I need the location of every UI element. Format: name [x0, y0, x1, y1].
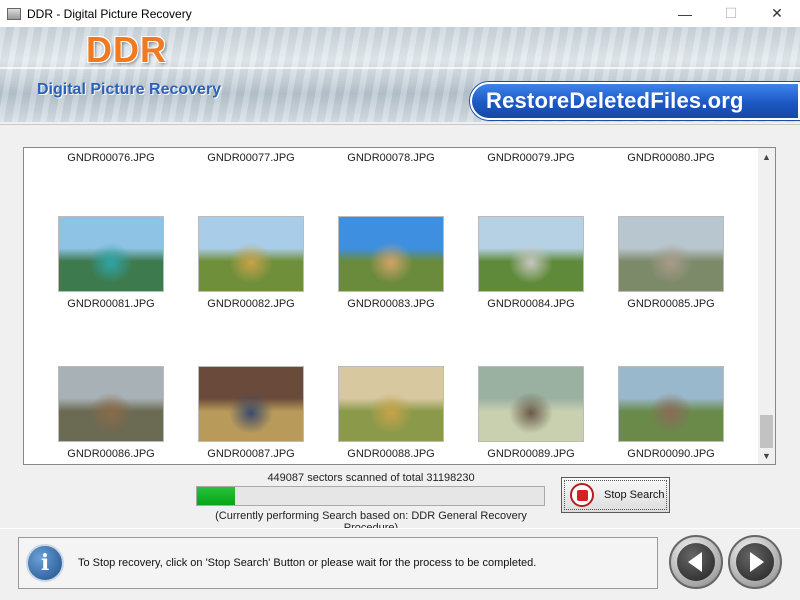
image-thumbnail-item[interactable]: GNDR00082.JPG	[181, 216, 321, 311]
image-filename: GNDR00083.JPG	[347, 298, 435, 310]
ddr-logo: DDR	[86, 29, 167, 70]
scroll-thumb[interactable]	[760, 415, 773, 448]
scroll-down-arrow[interactable]: ▼	[758, 447, 775, 464]
title-bar: DDR - Digital Picture Recovery — ☐ ✕	[0, 0, 800, 27]
stop-search-button[interactable]: Stop Search	[561, 477, 670, 513]
image-thumbnail[interactable]	[338, 216, 444, 292]
image-filename: GNDR00076.JPG	[67, 152, 155, 164]
maximize-button: ☐	[724, 5, 738, 21]
image-thumbnail-item[interactable]: GNDR00086.JPG	[41, 366, 181, 461]
footer-bar: i To Stop recovery, click on 'Stop Searc…	[0, 528, 800, 600]
window-controls: — ☐ ✕	[662, 0, 800, 27]
scan-progress-bar	[196, 486, 545, 506]
image-thumbnail-item[interactable]: GNDR00078.JPG	[321, 151, 461, 165]
status-message: To Stop recovery, click on 'Stop Search'…	[78, 557, 537, 569]
image-thumbnail-item[interactable]: GNDR00080.JPG	[601, 151, 741, 165]
website-badge[interactable]: RestoreDeletedFiles.org	[470, 82, 800, 120]
image-thumbnail-item[interactable]: GNDR00081.JPG	[41, 216, 181, 311]
image-thumbnail-item[interactable]: GNDR00090.JPG	[601, 366, 741, 461]
stop-icon	[570, 483, 594, 507]
image-thumbnail-item[interactable]: GNDR00089.JPG	[461, 366, 601, 461]
image-thumbnail[interactable]	[58, 216, 164, 292]
arrow-right-icon	[736, 543, 774, 581]
image-filename: GNDR00082.JPG	[207, 298, 295, 310]
image-thumbnail-item[interactable]: GNDR00087.JPG	[181, 366, 321, 461]
image-thumbnail[interactable]	[198, 366, 304, 442]
info-icon: i	[26, 544, 64, 582]
back-button[interactable]	[669, 535, 723, 589]
stop-search-label: Stop Search	[604, 489, 665, 501]
image-thumbnail-item[interactable]: GNDR00088.JPG	[321, 366, 461, 461]
recovered-images-gallery: GNDR00076.JPG GNDR00077.JPG GNDR00078.JPG G…	[23, 147, 776, 465]
window-title: DDR - Digital Picture Recovery	[27, 6, 192, 21]
main-panel: GNDR00076.JPG GNDR00077.JPG GNDR00078.JPG G…	[0, 124, 800, 534]
image-thumbnail-item[interactable]: GNDR00076.JPG	[41, 151, 181, 165]
image-thumbnail-item[interactable]: GNDR00085.JPG	[601, 216, 741, 311]
image-thumbnail[interactable]	[58, 366, 164, 442]
product-subtitle: Digital Picture Recovery	[37, 81, 222, 98]
image-filename: GNDR00089.JPG	[487, 448, 575, 460]
image-thumbnail-item[interactable]: GNDR00079.JPG	[461, 151, 601, 165]
image-thumbnail-item[interactable]: GNDR00077.JPG	[181, 151, 321, 165]
website-label: RestoreDeletedFiles.org	[486, 88, 744, 113]
image-filename: GNDR00078.JPG	[347, 152, 435, 164]
status-message-box: i To Stop recovery, click on 'Stop Searc…	[18, 537, 658, 589]
image-filename: GNDR00084.JPG	[487, 298, 575, 310]
image-filename: GNDR00077.JPG	[207, 152, 295, 164]
image-thumbnail-item[interactable]: GNDR00083.JPG	[321, 216, 461, 311]
scroll-up-arrow[interactable]: ▲	[758, 148, 775, 165]
image-filename: GNDR00090.JPG	[627, 448, 715, 460]
image-filename: GNDR00081.JPG	[67, 298, 155, 310]
image-thumbnail[interactable]	[618, 366, 724, 442]
sectors-scanned-text: 449087 sectors scanned of total 31198230	[267, 472, 475, 484]
next-button[interactable]	[728, 535, 782, 589]
thumbnail-grid: GNDR00076.JPG GNDR00077.JPG GNDR00078.JPG G…	[24, 148, 761, 464]
image-thumbnail[interactable]	[478, 216, 584, 292]
image-filename: GNDR00080.JPG	[627, 152, 715, 164]
image-filename: GNDR00079.JPG	[487, 152, 575, 164]
image-filename: GNDR00087.JPG	[207, 448, 295, 460]
arrow-left-icon	[677, 543, 715, 581]
image-filename: GNDR00085.JPG	[627, 298, 715, 310]
close-button[interactable]: ✕	[754, 0, 800, 27]
image-thumbnail[interactable]	[338, 366, 444, 442]
image-thumbnail[interactable]	[618, 216, 724, 292]
image-filename: GNDR00086.JPG	[67, 448, 155, 460]
image-thumbnail[interactable]	[478, 366, 584, 442]
image-thumbnail-item[interactable]: GNDR00084.JPG	[461, 216, 601, 311]
image-thumbnail[interactable]	[198, 216, 304, 292]
vertical-scrollbar[interactable]: ▲ ▼	[758, 148, 775, 464]
minimize-button[interactable]: —	[662, 0, 708, 27]
header-banner: DDR Digital Picture Recovery RestoreDele…	[0, 27, 800, 122]
scan-progress-fill	[197, 487, 235, 505]
image-filename: GNDR00088.JPG	[347, 448, 435, 460]
app-icon[interactable]	[7, 7, 21, 20]
